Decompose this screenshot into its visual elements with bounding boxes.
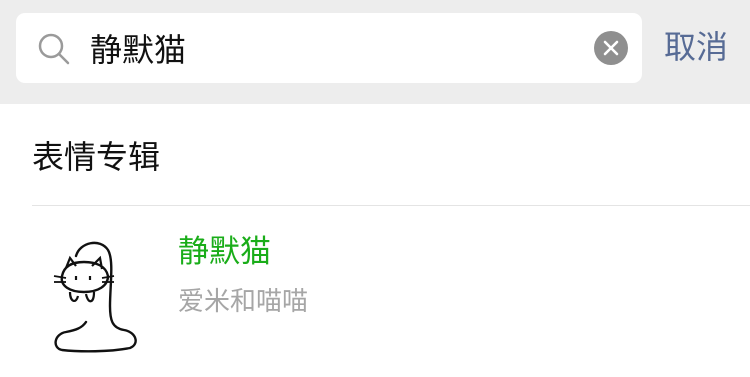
- result-subtitle: 爱米和喵喵: [178, 287, 309, 317]
- cancel-button[interactable]: 取消: [664, 22, 736, 72]
- section-title: 表情专辑: [32, 138, 161, 176]
- sticker-album-result[interactable]: 静默猫 爱米和喵喵: [0, 206, 750, 377]
- sticker-cat-icon: [50, 236, 140, 354]
- search-icon: [36, 31, 72, 67]
- search-box[interactable]: [16, 13, 642, 83]
- clear-icon: [603, 40, 619, 56]
- search-bar: 取消: [0, 0, 750, 104]
- search-input[interactable]: [90, 24, 590, 72]
- clear-search-button[interactable]: [594, 31, 628, 65]
- result-title: 静默猫: [178, 234, 271, 270]
